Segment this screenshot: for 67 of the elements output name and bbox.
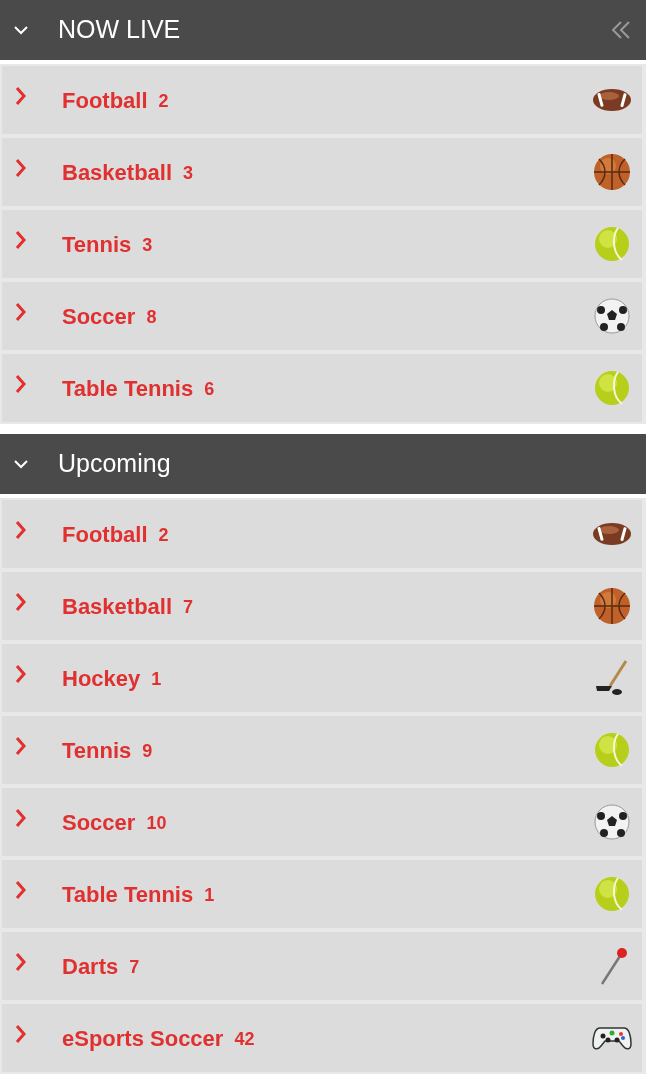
section-title: NOW LIVE (58, 14, 182, 46)
sport-row[interactable]: Football 2 (2, 500, 642, 568)
sport-row[interactable]: Hockey 1 (2, 644, 642, 712)
chevron-right-icon (14, 664, 28, 684)
section-header[interactable]: Upcoming (0, 434, 646, 494)
event-count: 1 (204, 884, 216, 907)
event-count: 7 (129, 956, 141, 979)
sport-row[interactable]: Table Tennis 6 (2, 354, 642, 422)
event-count: 6 (204, 378, 216, 401)
soccer-ball-icon (592, 802, 632, 842)
tennis-ball-icon (592, 730, 632, 770)
tennis-ball-icon (592, 874, 632, 914)
sport-name: Soccer (62, 302, 136, 331)
sport-row[interactable]: eSports Soccer 42 (2, 1004, 642, 1072)
tennis-ball-icon (592, 224, 632, 264)
chevron-right-icon (14, 880, 28, 900)
basketball-icon (592, 586, 632, 626)
section-title: Upcoming (58, 448, 172, 480)
sport-row[interactable]: Soccer 8 (2, 282, 642, 350)
chevron-right-icon (14, 808, 28, 828)
event-count: 42 (234, 1028, 256, 1051)
sport-row[interactable]: Basketball 3 (2, 138, 642, 206)
chevron-right-icon (14, 1024, 28, 1044)
sport-row[interactable]: Tennis 3 (2, 210, 642, 278)
sport-name: Table Tennis (62, 374, 194, 403)
event-count: 3 (142, 234, 154, 257)
chevron-right-icon (14, 520, 28, 540)
sport-name: Football (62, 520, 148, 549)
sport-name: Basketball (62, 592, 173, 621)
sport-row[interactable]: Darts 7 (2, 932, 642, 1000)
soccer-ball-icon (592, 296, 632, 336)
football-icon (592, 521, 632, 547)
sport-row[interactable]: Table Tennis 1 (2, 860, 642, 928)
sport-name: Football (62, 86, 148, 115)
sport-row[interactable]: Soccer 10 (2, 788, 642, 856)
sport-row[interactable]: Basketball 7 (2, 572, 642, 640)
event-count: 2 (158, 90, 170, 113)
chevron-right-icon (14, 86, 28, 106)
basketball-icon (592, 152, 632, 192)
chevron-right-icon (14, 230, 28, 250)
chevron-right-icon (14, 374, 28, 394)
chevron-right-icon (14, 158, 28, 178)
chevron-right-icon (14, 736, 28, 756)
sport-name: Table Tennis (62, 880, 194, 909)
sport-name: Darts (62, 952, 119, 981)
event-count: 2 (158, 524, 170, 547)
chevron-right-icon (14, 952, 28, 972)
event-count: 3 (183, 162, 195, 185)
sport-name: eSports Soccer (62, 1024, 224, 1053)
sport-name: Tennis (62, 736, 132, 765)
event-count: 10 (146, 812, 168, 835)
double-chevron-icon[interactable] (610, 19, 632, 41)
sport-row[interactable]: Football 2 (2, 66, 642, 134)
sport-name: Basketball (62, 158, 173, 187)
section-header[interactable]: NOW LIVE (0, 0, 646, 60)
event-count: 8 (146, 306, 158, 329)
event-count: 9 (142, 740, 154, 763)
event-count: 1 (151, 668, 163, 691)
tennis-ball-icon (592, 368, 632, 408)
sport-name: Soccer (62, 808, 136, 837)
football-icon (592, 87, 632, 113)
sport-row[interactable]: Tennis 9 (2, 716, 642, 784)
event-count: 7 (183, 596, 195, 619)
chevron-right-icon (14, 302, 28, 322)
chevron-right-icon (14, 592, 28, 612)
sport-name: Tennis (62, 230, 132, 259)
sport-name: Hockey (62, 664, 141, 693)
